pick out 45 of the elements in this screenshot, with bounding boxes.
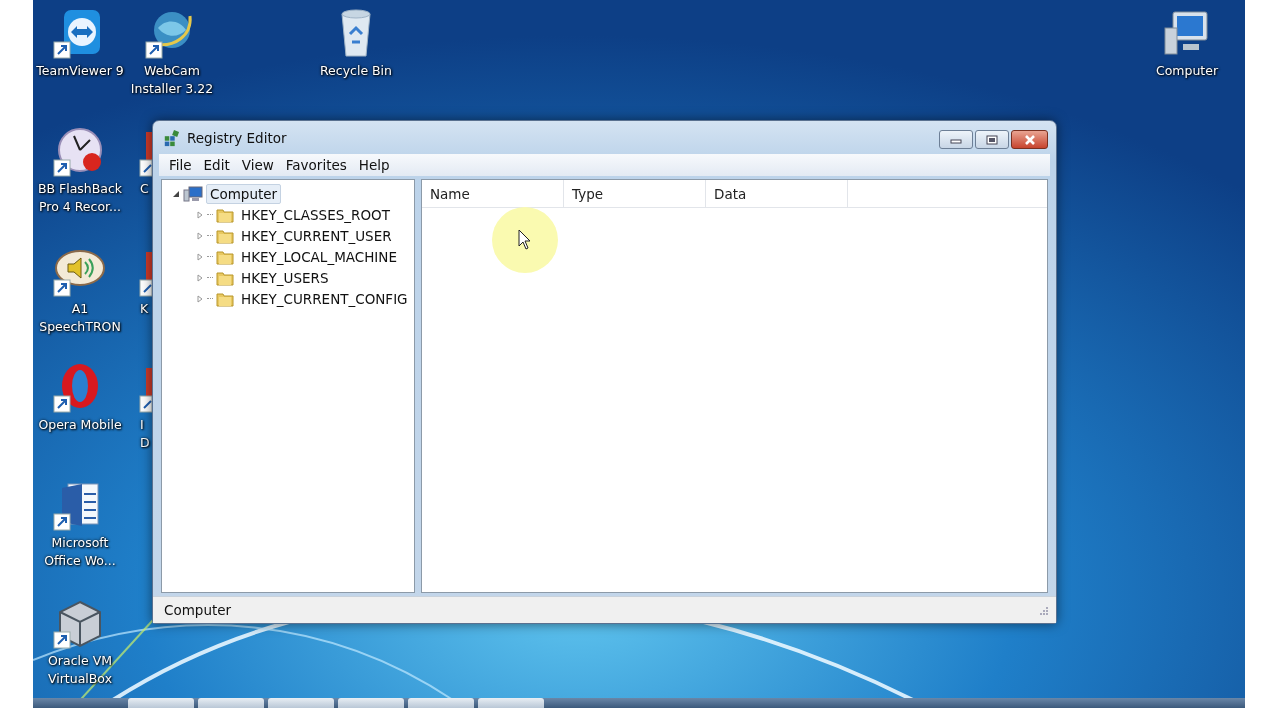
folder-icon xyxy=(216,269,234,286)
tree-item[interactable]: HKEY_USERS xyxy=(237,267,333,288)
icon-label: Computer xyxy=(1155,62,1219,80)
tree-item[interactable]: Computer xyxy=(206,183,282,204)
window-title: Registry Editor xyxy=(187,129,287,146)
mouse-pointer-icon xyxy=(518,229,532,251)
icon-label: Microsoft Office Wo... xyxy=(43,534,117,570)
expand-arrow-icon[interactable] xyxy=(196,231,204,240)
menu-item[interactable]: View xyxy=(235,155,280,175)
icon-label: A1 SpeechTRON xyxy=(38,300,122,336)
close-icon xyxy=(1023,134,1036,145)
close-button[interactable] xyxy=(1011,130,1048,149)
icon-label: C xyxy=(140,180,150,198)
icon-label: I D xyxy=(140,416,151,452)
expand-arrow-icon[interactable] xyxy=(196,273,204,282)
maximize-button[interactable] xyxy=(975,130,1009,149)
folder-icon xyxy=(216,206,234,223)
menu-item[interactable]: Edit xyxy=(197,155,236,175)
collapse-arrow-icon[interactable] xyxy=(172,189,180,198)
expand-arrow-icon[interactable] xyxy=(196,294,204,303)
folder-icon xyxy=(216,227,234,244)
folder-icon xyxy=(216,248,234,265)
expand-arrow-icon[interactable] xyxy=(196,252,204,261)
menu-item[interactable]: Help xyxy=(352,155,396,175)
menu-item[interactable]: Favorites xyxy=(279,155,353,175)
tree-item[interactable]: HKEY_CLASSES_ROOT xyxy=(237,204,394,225)
icon-label: BB FlashBack Pro 4 Recor... xyxy=(36,180,124,216)
folder-icon xyxy=(216,290,234,307)
expand-arrow-icon[interactable] xyxy=(196,210,204,219)
maximize-icon xyxy=(986,134,998,145)
resize-grip-icon[interactable] xyxy=(1038,605,1048,615)
registry-icon xyxy=(163,128,181,147)
icon-label: Recycle Bin xyxy=(319,62,393,80)
icon-label: Opera Mobile xyxy=(38,416,122,434)
status-text: Computer xyxy=(164,602,232,618)
minimize-button[interactable] xyxy=(939,130,973,149)
tree-item[interactable]: HKEY_CURRENT_CONFIG xyxy=(237,288,412,309)
icon-label: TeamViewer 9 xyxy=(36,62,124,80)
icon-label: WebCam Installer 3.22 xyxy=(129,62,215,98)
icon-label: K xyxy=(140,300,150,318)
menu-item[interactable]: File xyxy=(163,155,198,175)
tree-item[interactable]: HKEY_LOCAL_MACHINE xyxy=(237,246,401,267)
computer-icon xyxy=(183,185,203,202)
icon-label: Oracle VM VirtualBox xyxy=(46,652,114,688)
tree-item[interactable]: HKEY_CURRENT_USER xyxy=(237,225,396,246)
